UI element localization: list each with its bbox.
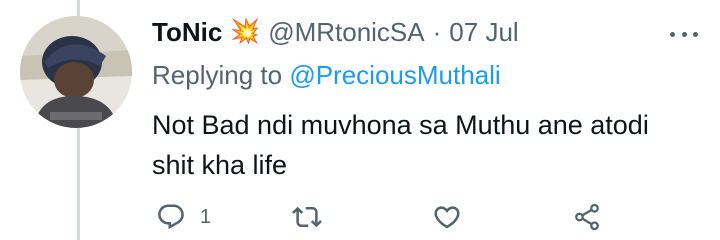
separator-dot: · — [432, 16, 442, 47]
share-icon — [575, 203, 599, 231]
replying-mention-link[interactable]: @PreciousMuthali — [289, 60, 500, 90]
more-dot — [681, 31, 687, 37]
share-button[interactable] — [572, 200, 602, 234]
tweet-text: Not Bad ndi muvhona sa Muthu ane atodi s… — [152, 110, 649, 180]
display-name[interactable]: ToNic — [152, 17, 222, 48]
heart-icon — [434, 206, 460, 229]
reply-count: 1 — [200, 205, 212, 228]
replying-to: Replying to @PreciousMuthali — [152, 60, 692, 91]
more-dots-icon[interactable] — [670, 24, 698, 44]
collision-emoji-icon: 💥 — [230, 18, 261, 45]
reply-bubble-icon — [158, 204, 184, 230]
replying-prefix: Replying to — [152, 60, 283, 90]
user-handle[interactable]: @MRtonicSA — [268, 17, 424, 48]
reply-button[interactable]: 1 — [156, 200, 211, 234]
tweet-date[interactable]: 07 Jul — [449, 17, 518, 48]
retweet-button[interactable] — [292, 200, 336, 234]
tweet-card[interactable]: ToNic 💥 @MRtonicSA · 07 Jul Replying to … — [0, 0, 720, 240]
avatar-image — [20, 16, 132, 128]
like-button[interactable] — [432, 200, 476, 234]
tweet-header: ToNic 💥 @MRtonicSA · 07 Jul — [152, 12, 692, 52]
more-dot — [670, 31, 675, 37]
retweet-icon — [292, 206, 322, 228]
tweet-actions: 1 — [152, 200, 622, 234]
more-dot — [693, 31, 698, 37]
avatar[interactable] — [20, 16, 132, 128]
tweet-content: ToNic 💥 @MRtonicSA · 07 Jul Replying to … — [152, 12, 692, 185]
